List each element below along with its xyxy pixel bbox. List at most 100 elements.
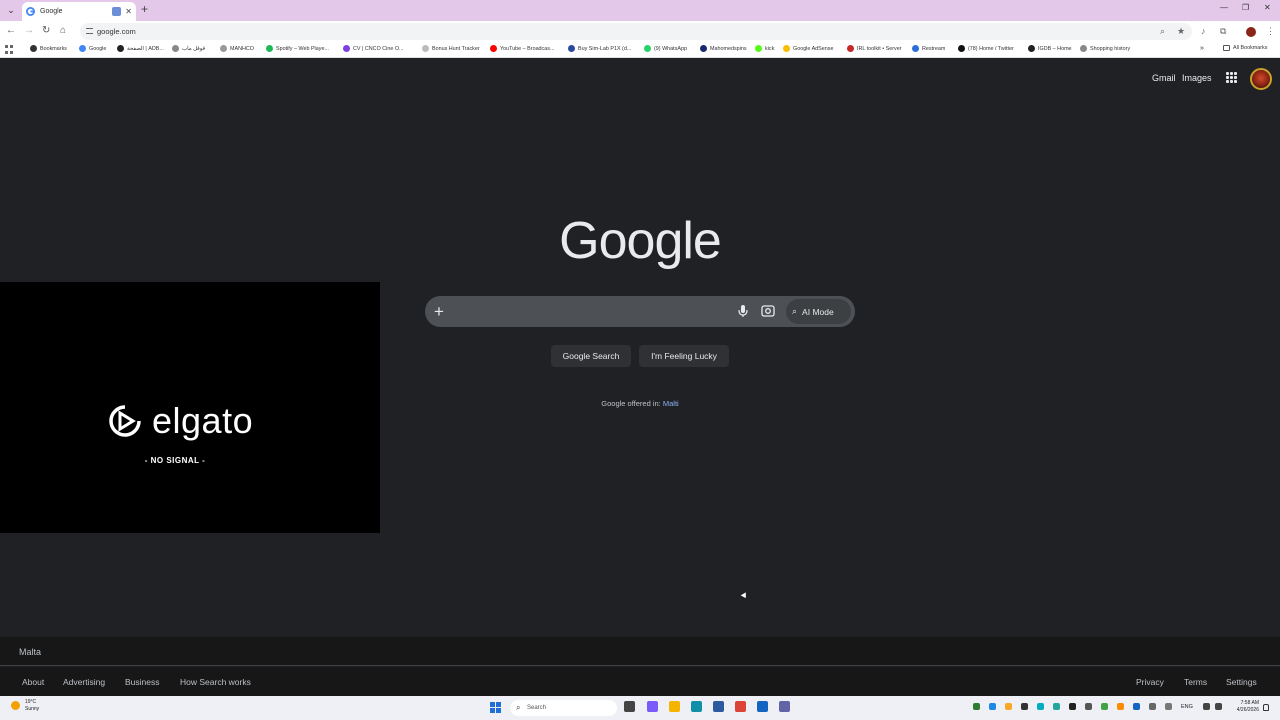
menu-icon[interactable]: ⋮ <box>1266 26 1275 37</box>
tray-app-icon[interactable] <box>1165 703 1172 710</box>
new-tab-button[interactable]: + <box>141 2 148 16</box>
google-apps-icon[interactable] <box>1226 72 1237 83</box>
footer-link-settings[interactable]: Settings <box>1226 677 1257 687</box>
media-icon[interactable]: ♪ <box>1201 26 1206 36</box>
tab-search-button[interactable]: ⌄ <box>4 3 18 17</box>
store-icon[interactable] <box>713 701 724 712</box>
network-icon[interactable] <box>1203 703 1210 710</box>
file-explorer-icon[interactable] <box>669 701 680 712</box>
taskbar-search[interactable]: ⌕ Search <box>510 700 617 716</box>
bookmark-label: (9) WhatsApp <box>654 45 687 52</box>
tab-google[interactable]: Google ✕ <box>22 2 136 21</box>
add-attachment-icon[interactable]: + <box>434 302 444 322</box>
bookmark-item[interactable]: CV | CNCO Cine O... <box>343 45 404 52</box>
bookmarks-bar: Bookmarks Google الصفحة | ADB... قوقل ماب MA… <box>0 42 1280 58</box>
gmail-link[interactable]: Gmail <box>1152 73 1176 83</box>
start-button[interactable] <box>490 702 501 713</box>
copilot-icon[interactable] <box>647 701 658 712</box>
images-link[interactable]: Images <box>1182 73 1212 83</box>
weather-sun-icon[interactable] <box>11 701 20 710</box>
microphone-icon[interactable] <box>736 304 750 318</box>
footer-link-business[interactable]: Business <box>125 677 160 687</box>
tray-app-icon[interactable] <box>989 703 996 710</box>
footer-link-advertising[interactable]: Advertising <box>63 677 105 687</box>
bookmark-item[interactable]: (78) Home / Twitter <box>958 45 1014 52</box>
footer-link-how-search-works[interactable]: How Search works <box>180 677 251 687</box>
bookmark-item[interactable]: Restream <box>912 45 945 52</box>
bookmarks-overflow-icon[interactable]: » <box>1200 45 1204 52</box>
bookmark-item[interactable]: YouTube – Broadcas... <box>490 45 554 52</box>
bookmark-item[interactable]: kick <box>755 45 774 52</box>
extensions-icon[interactable]: ⧉ <box>1220 26 1226 37</box>
tray-app-icon[interactable] <box>1021 703 1028 710</box>
bookmark-favicon-icon <box>490 45 497 52</box>
forward-button[interactable]: → <box>24 25 34 36</box>
home-button[interactable]: ⌂ <box>60 25 66 36</box>
tray-app-icon[interactable] <box>1069 703 1076 710</box>
bookmark-item[interactable]: IRL toolkit • Server <box>847 45 902 52</box>
notification-bell-icon[interactable] <box>1263 704 1269 711</box>
footer-link-privacy[interactable]: Privacy <box>1136 677 1164 687</box>
tray-app-icon[interactable] <box>1037 703 1044 710</box>
apps-shortcut-icon[interactable] <box>5 45 14 54</box>
bookmark-item[interactable]: (9) WhatsApp <box>644 45 687 52</box>
task-view-icon[interactable] <box>624 701 635 712</box>
footer-link-terms[interactable]: Terms <box>1184 677 1207 687</box>
volume-icon[interactable] <box>1215 703 1222 710</box>
no-signal-text: - NO SIGNAL - <box>144 456 206 465</box>
zoom-icon[interactable]: ⌕ <box>1160 26 1165 37</box>
bookmark-item[interactable]: Spotify – Web Playe... <box>266 45 329 52</box>
edge-icon[interactable] <box>691 701 702 712</box>
language-link-malti[interactable]: Malti <box>663 399 679 408</box>
profile-icon[interactable] <box>1246 27 1256 37</box>
bookmark-item[interactable]: Mahomedspins <box>700 45 747 52</box>
feeling-lucky-button[interactable]: I'm Feeling Lucky <box>639 345 729 367</box>
site-info-icon[interactable] <box>86 28 93 34</box>
bookmark-item[interactable]: Google AdSense <box>783 45 833 52</box>
chrome-icon[interactable] <box>735 701 746 712</box>
tray-app-icon[interactable] <box>1101 703 1108 710</box>
back-button[interactable]: ← <box>6 25 16 36</box>
bookmark-item[interactable]: Bookmarks <box>30 45 67 52</box>
tray-app-icon[interactable] <box>1117 703 1124 710</box>
tray-app-icon[interactable] <box>1149 703 1156 710</box>
elgato-wordmark: elgato <box>152 400 254 441</box>
tray-nvidia-icon[interactable] <box>973 703 980 710</box>
app-icon[interactable] <box>757 701 768 712</box>
close-window-button[interactable]: ✕ <box>1264 3 1271 12</box>
bookmark-item[interactable]: IGDB – Home <box>1028 45 1072 52</box>
star-icon[interactable]: ★ <box>1177 26 1185 37</box>
tray-app-icon[interactable] <box>1053 703 1060 710</box>
language-indicator[interactable]: ENG <box>1181 704 1193 710</box>
bookmark-label: Spotify – Web Playe... <box>276 45 329 52</box>
all-bookmarks-button[interactable]: All Bookmarks <box>1223 45 1267 51</box>
taskbar-clock[interactable]: 7:58 AM 4/26/2026 <box>1228 700 1259 714</box>
reload-button[interactable]: ↻ <box>42 25 50 36</box>
footer-links-bar: About Advertising Business How Search wo… <box>0 667 1280 696</box>
bookmark-item[interactable]: الصفحة | ADB... <box>117 45 164 52</box>
bluetooth-icon[interactable] <box>1133 703 1140 710</box>
weather-widget[interactable]: 19°C Sunny <box>25 699 39 713</box>
bookmark-item[interactable]: Google <box>79 45 106 52</box>
bookmark-item[interactable]: قوقل ماب <box>172 45 205 52</box>
bookmark-item[interactable]: Bonus Hunt Tracker <box>422 45 480 52</box>
bookmark-label: MANHCO <box>230 45 254 52</box>
google-search-button[interactable]: Google Search <box>551 345 631 367</box>
google-lens-icon[interactable] <box>761 304 775 318</box>
minimize-button[interactable]: — <box>1220 3 1228 12</box>
teams-icon[interactable] <box>779 701 790 712</box>
bookmark-item[interactable]: Buy Sim-Lab P1X (d... <box>568 45 631 52</box>
bookmark-item[interactable]: Shopping history <box>1080 45 1130 52</box>
tray-app-icon[interactable] <box>1005 703 1012 710</box>
weather-temperature: 19°C <box>25 699 37 705</box>
bookmark-item[interactable]: MANHCO <box>220 45 254 52</box>
bookmark-favicon-icon <box>1028 45 1035 52</box>
address-bar[interactable]: google.com <box>80 23 1192 40</box>
ai-mode-button[interactable]: ⌕ AI Mode <box>786 299 851 324</box>
tray-app-icon[interactable] <box>1085 703 1092 710</box>
account-avatar[interactable] <box>1250 68 1272 90</box>
maximize-button[interactable]: ❐ <box>1242 3 1249 12</box>
tab-close-icon[interactable]: ✕ <box>125 7 132 16</box>
tab-audio-icon[interactable] <box>112 7 122 16</box>
footer-link-about[interactable]: About <box>22 677 44 687</box>
